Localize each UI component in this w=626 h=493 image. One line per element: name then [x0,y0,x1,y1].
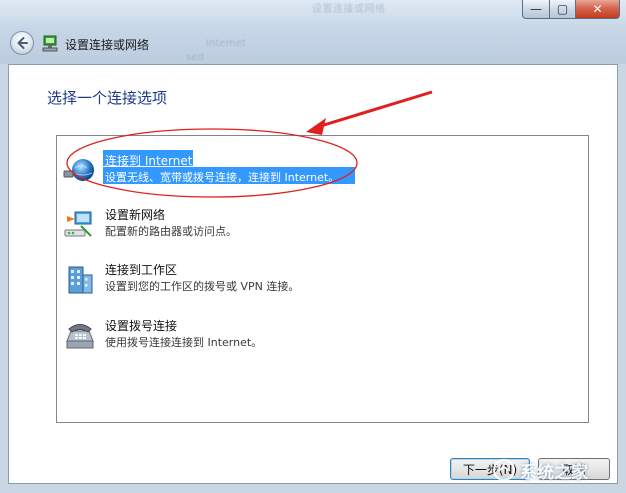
dialup-phone-icon [66,324,94,349]
option-title: 设置拨号连接 [105,319,178,333]
option-title: 连接到工作区 [105,263,178,277]
next-button[interactable]: 下一步(N) [450,458,530,480]
option-title: 设置新网络 [105,208,166,222]
back-arrow-icon [17,37,28,49]
option-dialup[interactable]: 设置拨号连接 使用拨号连接连接到 Internet。 [63,313,393,359]
globe-network-icon [63,159,94,181]
window-controls: — ▢ ✕ [522,0,620,19]
network-wizard-icon [42,35,58,52]
wizard-content-area: 选择一个连接选项 连接到 Internet 设置无线、宽带或拨号连接，连接到 I… [8,64,618,484]
page-heading: 选择一个连接选项 [47,89,168,107]
connection-options-list[interactable]: 连接到 Internet 设置无线、宽带或拨号连接，连接到 Internet。 … [56,135,589,423]
workplace-building-icon [68,266,93,294]
new-network-router-icon [64,211,92,237]
option-connect-internet[interactable]: 连接到 Internet 设置无线、宽带或拨号连接，连接到 Internet。 [63,148,393,194]
minimize-button[interactable]: — [522,0,550,19]
window-title-blurred: 设置连接或网络 [312,4,386,15]
background-blur-text: Internet [206,38,246,49]
background-blur-text-2: sed [186,52,204,63]
option-connect-workplace[interactable]: 连接到工作区 设置到您的工作区的拨号或 VPN 连接。 [63,257,393,303]
close-button[interactable]: ✕ [576,0,620,19]
maximize-button[interactable]: ▢ [550,0,576,19]
option-description: 设置到您的工作区的拨号或 VPN 连接。 [105,280,300,293]
option-description: 使用拨号连接连接到 Internet。 [105,336,263,349]
option-description: 设置无线、宽带或拨号连接，连接到 Internet。 [105,171,340,184]
option-title: 连接到 Internet [105,154,193,168]
option-new-network[interactable]: 设置新网络 配置新的路由器或访问点。 [63,202,393,248]
option-description: 配置新的路由器或访问点。 [105,225,237,238]
wizard-title: 设置连接或网络 [65,38,150,52]
back-button[interactable] [10,31,34,55]
cancel-button[interactable]: 取消 [538,458,610,480]
